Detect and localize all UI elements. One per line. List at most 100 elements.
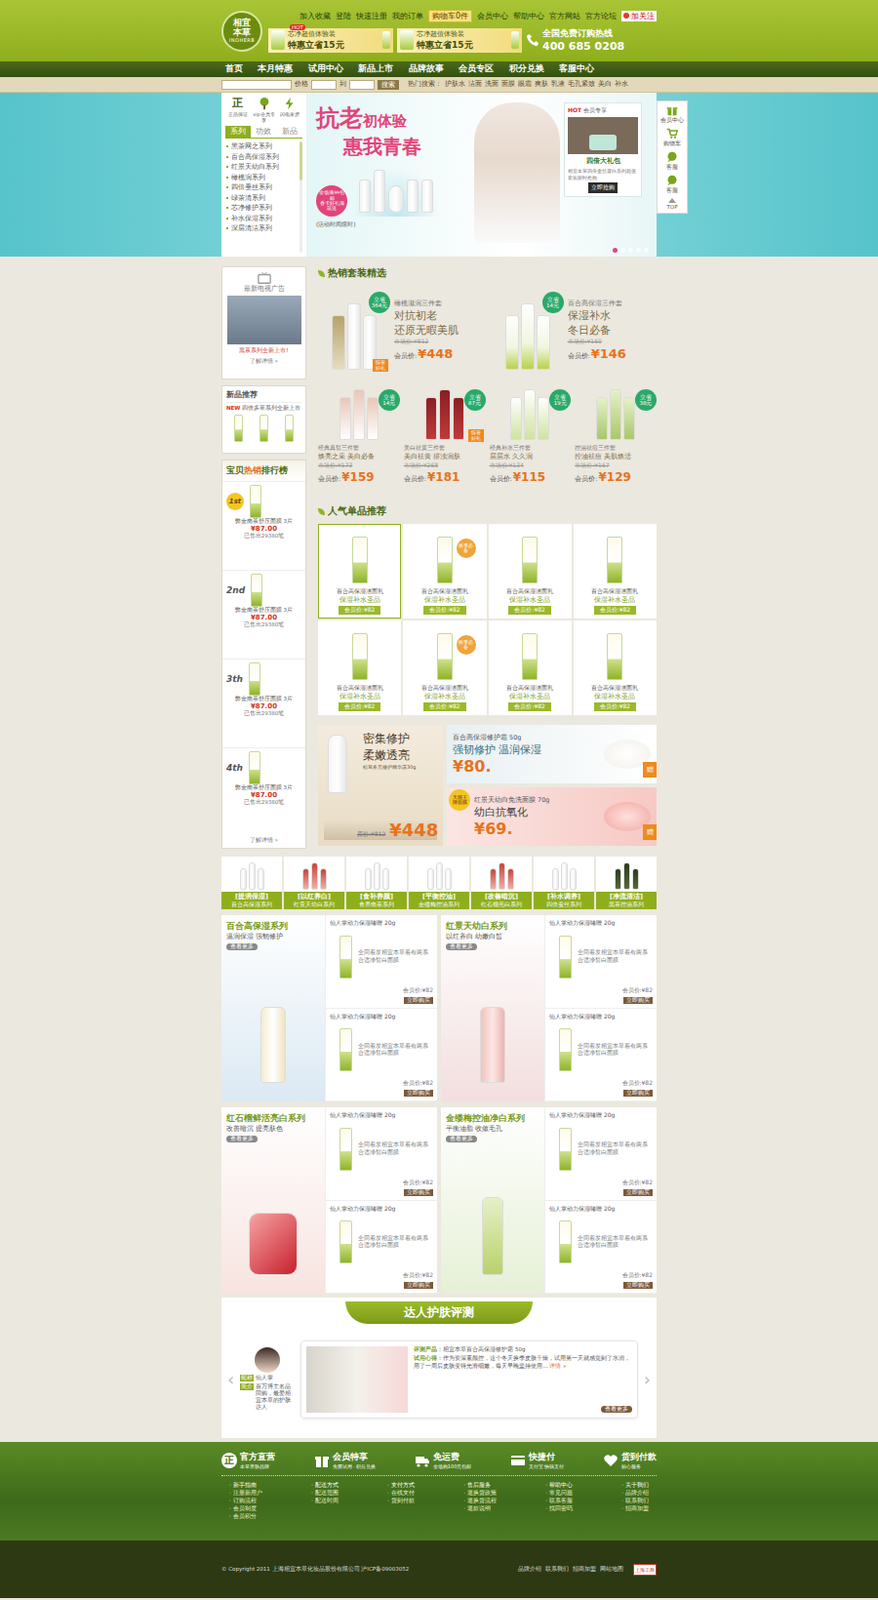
view-more-button[interactable]: 查看更多 — [226, 943, 258, 951]
product-card[interactable]: 百合高保湿洁面乳保湿补水圣品会员价:¥82 — [573, 620, 657, 716]
hot-search-tag[interactable]: 护肤水 — [444, 79, 466, 89]
series-tile[interactable]: [改善暗沉]红石榴亮白系列 — [471, 856, 532, 910]
hot-search-tag[interactable]: 眼霜 — [518, 79, 532, 89]
footer-link[interactable]: 订购流程 — [229, 1497, 263, 1506]
hot-search-tag[interactable]: 美白 — [598, 79, 612, 89]
view-more-button[interactable]: 查看更多 — [445, 1135, 478, 1143]
hot-search-tag[interactable]: 洗面 — [484, 79, 499, 89]
series-tile[interactable]: [平衡控油]金缕梅控油系列 — [408, 856, 470, 910]
carousel-dot[interactable] — [643, 247, 649, 253]
footer-link[interactable]: 联系客服 — [545, 1497, 573, 1506]
buy-button[interactable]: 立即购买 — [623, 1281, 653, 1289]
promo-tile[interactable]: 红景天幼白免洗面膜 70g幼白抗氧化¥69.天猫王牌面膜赠 — [446, 787, 657, 846]
category-tab[interactable]: 新品 — [277, 125, 303, 138]
series-image[interactable] — [226, 1142, 320, 1289]
bottom-link[interactable]: 招商加盟 — [572, 1565, 597, 1573]
member-offer-card[interactable]: HOT 会员专享四倍大礼包相宜本草四倍蚕丝凝白系列超值套装限时抢购立即抢购 — [563, 102, 642, 198]
promo-tile[interactable]: 百合高保湿修护霜 50g强韧修护 温润保湿¥80.赠 — [446, 724, 657, 784]
category-item[interactable]: 四倍蚕丝系列 — [225, 182, 298, 194]
hot-search-tag[interactable]: 洁面 — [468, 79, 482, 89]
footer-link[interactable]: 会员积分 — [229, 1513, 263, 1521]
nav-item[interactable]: 新品上市 — [354, 63, 398, 76]
series-product[interactable]: 仙人掌动力保湿啫喱 20g全同着发相宜本草着有两系合适净皙白面膜会员价:¥82立… — [324, 1200, 438, 1295]
carousel-dot[interactable] — [636, 247, 641, 253]
nav-item[interactable]: 本月特惠 — [253, 63, 297, 76]
logo[interactable]: 相宜本草INOHERB — [221, 10, 263, 52]
footer-link[interactable]: 在线支付 — [387, 1489, 415, 1498]
ranking-item[interactable]: 2nd弊金南茶舒压面膜 3片¥87.00已售出29380笔 — [222, 569, 306, 659]
weibo-follow[interactable]: 加关注 — [621, 10, 657, 22]
nav-item[interactable]: 首页 — [221, 63, 247, 76]
buy-button[interactable]: 立即购买 — [623, 1189, 653, 1197]
series-tile[interactable]: [净流清洁]黑茶控油系列 — [596, 856, 657, 910]
category-tab[interactable]: 系列 — [225, 125, 251, 138]
footer-link[interactable]: 配送范围 — [311, 1489, 339, 1498]
review-photo[interactable] — [306, 1346, 408, 1413]
buy-button[interactable]: 立即购买 — [403, 1281, 434, 1289]
top-link[interactable]: 官方网站 — [549, 10, 581, 22]
product-set[interactable]: 立省14元百合高保湿三件套保湿补水冬日必备市场价:¥160会员价:¥146 — [491, 285, 658, 374]
hot-search-tag[interactable]: 毛孔紧致 — [567, 79, 596, 89]
buy-button[interactable]: 立即购买 — [403, 1189, 434, 1197]
footer-link[interactable]: 配送方式 — [311, 1481, 339, 1490]
buy-button[interactable]: 立即购买 — [403, 1089, 434, 1097]
nav-item[interactable]: 积分兑换 — [505, 63, 549, 76]
footer-link[interactable]: 配送时间 — [311, 1497, 339, 1506]
buy-now-button[interactable]: 立即抢购 — [588, 182, 618, 194]
footer-link[interactable]: 退换货流程 — [463, 1497, 497, 1506]
footer-link[interactable]: 关于我们 — [621, 1481, 649, 1490]
business-license-badge[interactable]: 上海工商 — [633, 1563, 657, 1576]
product-set[interactable]: 立省87元惊喜好礼美白祛黄三件套美白祛黄 排浊润肤市场价:¥268会员价:¥18… — [403, 383, 486, 499]
footer-link[interactable]: 招商加盟 — [621, 1505, 649, 1514]
footer-link[interactable]: 找回密码 — [545, 1505, 573, 1514]
top-link[interactable]: 快速注册 — [356, 10, 388, 22]
product-card[interactable]: 百合高保湿洁面乳保湿补水圣品会员价:¥82 — [318, 620, 401, 716]
ranking-item[interactable]: 4th弊金南茶舒压面膜 3片¥87.00已售出29380笔 — [222, 747, 306, 837]
footer-link[interactable]: 会员制度 — [229, 1505, 263, 1514]
footer-link[interactable]: 联系我们 — [621, 1497, 649, 1506]
next-button[interactable]: › — [643, 1368, 651, 1390]
category-item[interactable]: 补水保湿系列 — [225, 213, 298, 225]
prev-button[interactable]: ‹ — [227, 1368, 235, 1390]
series-product[interactable]: 仙人掌动力保湿啫喱 20g全同着发相宜本草着有两系合适净皙白面膜会员价:¥82立… — [544, 1008, 657, 1103]
search-input[interactable] — [221, 79, 292, 90]
series-image[interactable] — [445, 950, 540, 1097]
product-set[interactable]: 立省364元惊喜好礼橄榄滋润三件套对抗初老还原无暇美肌市场价:¥812会员价:¥… — [318, 285, 484, 374]
footer-link[interactable]: 常见问题 — [545, 1489, 573, 1498]
toolbar-item[interactable]: 购物车 — [663, 127, 681, 148]
bottom-link[interactable]: 联系我们 — [545, 1565, 569, 1573]
category-item[interactable]: 绿茶清系列 — [225, 193, 298, 204]
carousel-dot[interactable] — [612, 247, 618, 253]
product-card[interactable]: 百合高保湿洁面乳保湿补水圣品会员价:¥82 — [318, 523, 401, 619]
bottom-link[interactable]: 网站地图 — [599, 1565, 624, 1573]
category-item[interactable]: 芯净修护系列 — [225, 202, 298, 214]
scrollbar[interactable] — [299, 141, 303, 253]
nav-item[interactable]: 客服中心 — [555, 63, 599, 76]
cart-link[interactable]: 购物车0件 — [428, 9, 473, 23]
buy-button[interactable]: 立即购买 — [623, 997, 653, 1004]
price-min-input[interactable] — [311, 79, 337, 90]
hot-search-tag[interactable]: 补水 — [614, 79, 629, 89]
search-button[interactable]: 搜索 — [377, 79, 400, 90]
footer-link[interactable]: 品牌介绍 — [621, 1489, 649, 1498]
carousel-dot[interactable] — [628, 247, 634, 253]
top-link[interactable]: 加入收藏 — [299, 10, 331, 22]
category-item[interactable]: 深层清洁系列 — [225, 223, 298, 235]
promo-banner[interactable]: HOT芯净超值体验装特惠立省15元 — [268, 28, 394, 53]
product-card[interactable]: 百合高保湿洁面乳保湿补水圣品会员价:¥82 — [573, 523, 657, 619]
series-product[interactable]: 仙人掌动力保湿啫喱 20g全同着发相宜本草着有两系合适净皙白面膜会员价:¥82立… — [544, 1107, 657, 1201]
hot-search-tag[interactable]: 爽肤 — [534, 79, 549, 89]
footer-link[interactable]: 售后服务 — [463, 1481, 497, 1490]
category-tab[interactable]: 功效 — [250, 125, 277, 138]
ranking-item[interactable]: 1st弊金南茶舒压面膜 3片¥87.00已售出29380笔 — [222, 480, 306, 570]
carousel-dot[interactable] — [620, 247, 626, 253]
series-image[interactable] — [445, 1142, 540, 1289]
footer-link[interactable]: 支付方式 — [387, 1481, 415, 1490]
product-card[interactable]: 换季必备百合高保湿洁面乳保湿补水圣品会员价:¥82 — [402, 620, 486, 716]
view-more-button[interactable]: 查看更多 — [445, 943, 478, 951]
toolbar-item[interactable]: TOP — [666, 198, 678, 210]
category-item[interactable]: 红景天幼白系列 — [225, 161, 298, 173]
series-product[interactable]: 仙人掌动力保湿啫喱 20g全同着发相宜本草着有两系合适净皙白面膜会员价:¥82立… — [324, 915, 438, 1009]
footer-link[interactable]: 退换货政策 — [463, 1489, 497, 1498]
nav-item[interactable]: 试用中心 — [304, 63, 348, 76]
